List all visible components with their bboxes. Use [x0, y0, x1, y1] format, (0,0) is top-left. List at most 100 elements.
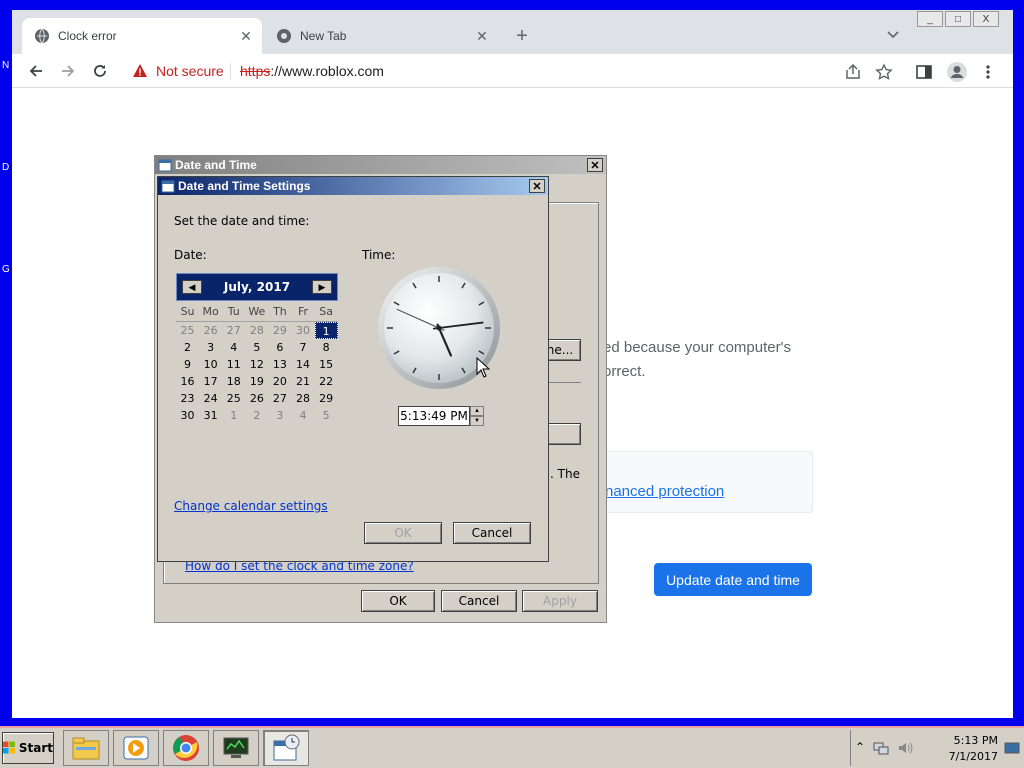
calendar-day[interactable]: 4 [291, 407, 314, 424]
calendar-day[interactable]: 3 [268, 407, 291, 424]
tray-date[interactable]: 7/1/2017 [949, 750, 998, 763]
calendar-day[interactable]: 4 [222, 339, 245, 356]
time-input[interactable]: 5:13:49 PM [398, 406, 470, 426]
forward-button[interactable] [58, 61, 78, 81]
tab-new-tab[interactable]: New Tab ✕ [264, 18, 498, 54]
calendar-day[interactable]: 30 [176, 407, 199, 424]
calendar-day[interactable]: 2 [176, 339, 199, 356]
calendar-clock-icon [161, 180, 175, 193]
close-tab-icon[interactable]: ✕ [236, 28, 256, 45]
close-window-button[interactable]: X [973, 11, 999, 27]
date-time-dialog-titlebar[interactable]: Date and Time [155, 156, 606, 174]
time-zone-info-text: . The [550, 467, 580, 481]
next-month-button[interactable]: ▶ [312, 280, 332, 294]
calendar-day[interactable]: 12 [245, 356, 268, 373]
calendar-day[interactable]: 7 [291, 339, 314, 356]
kebab-menu-icon[interactable] [979, 63, 997, 81]
restore-button[interactable]: □ [945, 11, 971, 27]
close-tab-icon[interactable]: ✕ [472, 28, 492, 45]
taskbar-date-time[interactable] [263, 730, 309, 766]
tray-time[interactable]: 5:13 PM [954, 734, 998, 747]
show-hidden-icons-icon[interactable]: ⌃ [855, 740, 865, 754]
side-panel-icon[interactable] [915, 63, 933, 81]
warning-triangle-icon[interactable] [132, 63, 148, 79]
back-button[interactable] [26, 61, 46, 81]
calendar-day[interactable]: 27 [268, 390, 291, 407]
date-time-ok-button[interactable]: OK [361, 590, 435, 612]
calendar-day[interactable]: 24 [199, 390, 222, 407]
weekday-label: We [248, 305, 266, 318]
taskbar-media-player[interactable] [113, 730, 159, 766]
enhanced-protection-link[interactable]: nanced protection [605, 483, 724, 500]
settings-cancel-button[interactable]: Cancel [453, 522, 531, 544]
new-tab-button[interactable]: + [512, 26, 532, 46]
spin-up-icon[interactable]: ▲ [470, 406, 484, 416]
taskbar-file-explorer[interactable] [63, 730, 109, 766]
star-bookmark-icon[interactable] [875, 63, 893, 81]
settings-close-button[interactable]: ✕ [529, 179, 545, 193]
desktop-icon-label-n: N [2, 60, 10, 71]
tab-clock-error[interactable]: Clock error ✕ [22, 18, 262, 54]
start-label: Start [18, 741, 53, 755]
security-status[interactable]: Not secure [156, 63, 224, 79]
calendar-day[interactable]: 20 [268, 373, 291, 390]
change-calendar-settings-link[interactable]: Change calendar settings [174, 499, 328, 513]
calendar-day[interactable]: 9 [176, 356, 199, 373]
previous-month-button[interactable]: ◀ [182, 280, 202, 294]
reload-button[interactable] [90, 61, 110, 81]
calendar-day[interactable]: 5 [245, 339, 268, 356]
update-date-time-button[interactable]: Update date and time [654, 563, 812, 596]
calendar-day[interactable]: 31 [199, 407, 222, 424]
calendar-day[interactable]: 25 [222, 390, 245, 407]
calendar-day[interactable]: 27 [222, 322, 245, 339]
calendar-day[interactable]: 17 [199, 373, 222, 390]
calendar-day[interactable]: 11 [222, 356, 245, 373]
calendar-day[interactable]: 2 [245, 407, 268, 424]
calendar-day[interactable]: 23 [176, 390, 199, 407]
volume-icon[interactable] [897, 740, 913, 756]
calendar-day[interactable]: 6 [268, 339, 291, 356]
share-icon[interactable] [844, 63, 862, 81]
calendar-day-selected[interactable]: 1 [314, 322, 338, 339]
calendar-day[interactable]: 21 [291, 373, 314, 390]
calendar-month-label[interactable]: July, 2017 [217, 280, 297, 294]
date-label: Date: [174, 248, 207, 262]
calendar-day[interactable]: 10 [199, 356, 222, 373]
calendar-day[interactable]: 1 [222, 407, 245, 424]
date-time-close-button[interactable]: ✕ [587, 158, 603, 172]
calendar-day[interactable]: 25 [176, 322, 199, 339]
calendar-day[interactable]: 8 [315, 339, 338, 356]
settings-dialog-titlebar[interactable]: Date and Time Settings [158, 177, 548, 195]
address-bar[interactable]: Not secure https://www.roblox.com [122, 57, 902, 85]
time-spinner[interactable]: ▲ ▼ [470, 406, 484, 426]
calendar-day[interactable]: 29 [315, 390, 338, 407]
calendar-day[interactable]: 30 [291, 322, 314, 339]
date-time-apply-button[interactable]: Apply [522, 590, 598, 612]
taskbar-network-app[interactable] [213, 730, 259, 766]
spin-down-icon[interactable]: ▼ [470, 416, 484, 426]
calendar-day[interactable]: 26 [245, 390, 268, 407]
calendar-day[interactable]: 29 [268, 322, 291, 339]
show-desktop-icon[interactable] [1004, 742, 1020, 754]
minimize-button[interactable]: _ [917, 11, 943, 27]
calendar-day[interactable]: 14 [291, 356, 314, 373]
calendar-day[interactable]: 5 [315, 407, 338, 424]
profile-avatar-icon[interactable] [946, 61, 968, 83]
calendar-day[interactable]: 28 [245, 322, 268, 339]
calendar-day[interactable]: 26 [199, 322, 222, 339]
settings-ok-button[interactable]: OK [364, 522, 442, 544]
calendar-day[interactable]: 18 [222, 373, 245, 390]
calendar-day[interactable]: 28 [291, 390, 314, 407]
calendar-day[interactable]: 13 [268, 356, 291, 373]
calendar-day[interactable]: 3 [199, 339, 222, 356]
calendar-day[interactable]: 19 [245, 373, 268, 390]
calendar-day[interactable]: 22 [315, 373, 338, 390]
network-tray-icon[interactable] [873, 740, 889, 756]
tab-search-chevron-icon[interactable] [886, 28, 900, 42]
date-time-cancel-button[interactable]: Cancel [441, 590, 517, 612]
url-text[interactable]: https://www.roblox.com [240, 63, 384, 79]
taskbar-chrome[interactable] [163, 730, 209, 766]
start-button[interactable]: Start [2, 732, 54, 764]
calendar-day[interactable]: 15 [315, 356, 338, 373]
calendar-day[interactable]: 16 [176, 373, 199, 390]
